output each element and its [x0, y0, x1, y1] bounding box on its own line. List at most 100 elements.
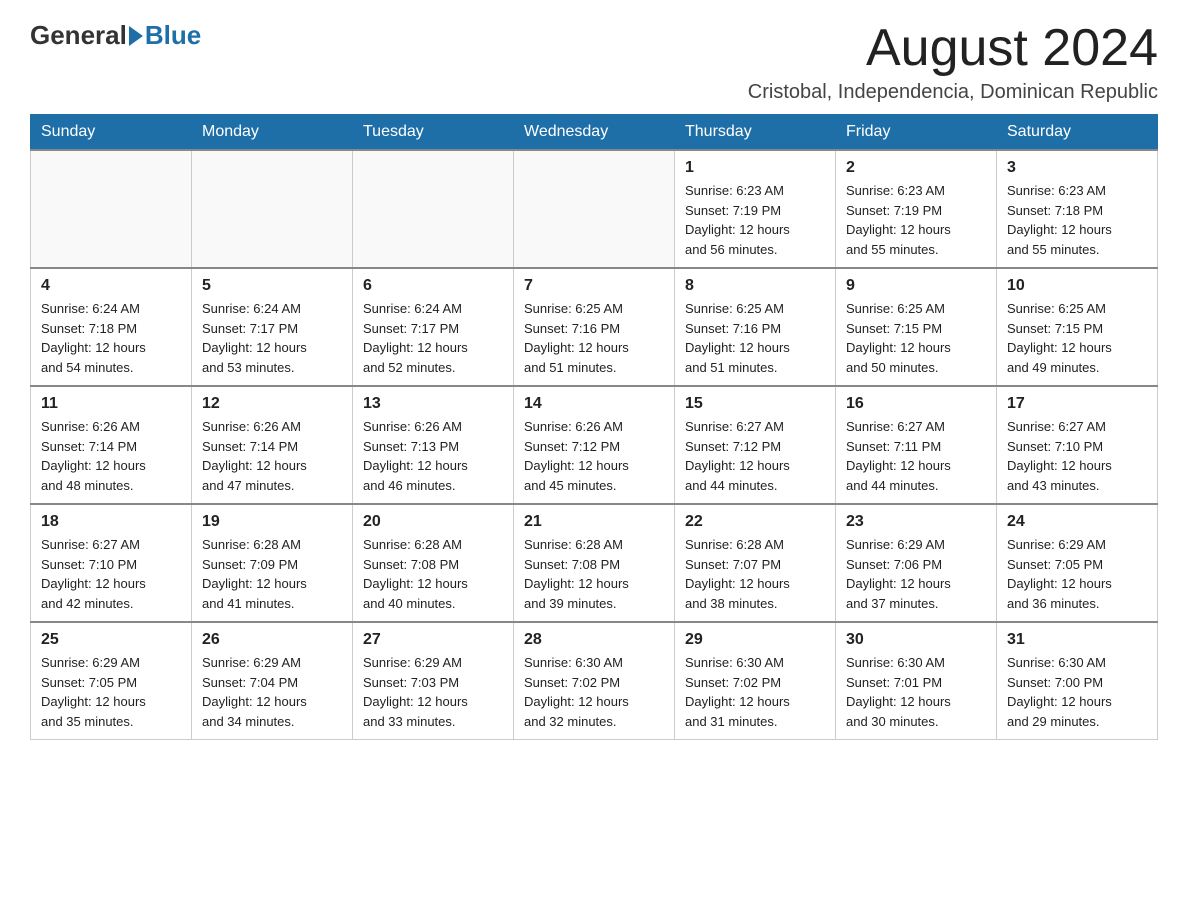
calendar-day-cell: 11 Sunrise: 6:26 AM Sunset: 7:14 PM Dayli… — [31, 386, 192, 504]
day-info: Sunrise: 6:29 AM Sunset: 7:05 PM Dayligh… — [41, 653, 181, 731]
day-number: 21 — [524, 513, 664, 531]
calendar-day-cell: 18 Sunrise: 6:27 AM Sunset: 7:10 PM Dayli… — [31, 504, 192, 622]
day-info: Sunrise: 6:27 AM Sunset: 7:10 PM Dayligh… — [41, 535, 181, 613]
day-number: 24 — [1007, 513, 1147, 531]
day-info: Sunrise: 6:29 AM Sunset: 7:05 PM Dayligh… — [1007, 535, 1147, 613]
day-info: Sunrise: 6:29 AM Sunset: 7:06 PM Dayligh… — [846, 535, 986, 613]
calendar-day-cell: 5Sunrise: 6:24 AM Sunset: 7:17 PM Daylig… — [192, 268, 353, 386]
logo: General Blue — [30, 20, 201, 51]
calendar-day-header: Monday — [192, 115, 353, 151]
calendar-week-row: 25 Sunrise: 6:29 AM Sunset: 7:05 PM Dayli… — [31, 622, 1158, 740]
calendar-day-cell: 27 Sunrise: 6:29 AM Sunset: 7:03 PM Dayli… — [353, 622, 514, 740]
calendar-day-cell: 16Sunrise: 6:27 AM Sunset: 7:11 PM Dayli… — [836, 386, 997, 504]
day-number: 28 — [524, 631, 664, 649]
day-number: 18 — [41, 513, 181, 531]
day-number: 15 — [685, 395, 825, 413]
day-info: Sunrise: 6:30 AM Sunset: 7:02 PM Dayligh… — [685, 653, 825, 731]
day-number: 27 — [363, 631, 503, 649]
calendar-day-cell: 25 Sunrise: 6:29 AM Sunset: 7:05 PM Dayli… — [31, 622, 192, 740]
day-info: Sunrise: 6:26 AM Sunset: 7:14 PM Dayligh… — [202, 417, 342, 495]
calendar-day-cell: 2 Sunrise: 6:23 AM Sunset: 7:19 PM Daylig… — [836, 150, 997, 268]
day-number: 9 — [846, 277, 986, 295]
calendar-day-cell: 12 Sunrise: 6:26 AM Sunset: 7:14 PM Dayli… — [192, 386, 353, 504]
calendar-day-cell: 14 Sunrise: 6:26 AM Sunset: 7:12 PM Dayli… — [514, 386, 675, 504]
calendar-day-cell — [192, 150, 353, 268]
day-info: Sunrise: 6:24 AM Sunset: 7:18 PM Dayligh… — [41, 299, 181, 377]
day-number: 22 — [685, 513, 825, 531]
day-info: Sunrise: 6:30 AM Sunset: 7:00 PM Dayligh… — [1007, 653, 1147, 731]
day-info: Sunrise: 6:27 AM Sunset: 7:10 PM Dayligh… — [1007, 417, 1147, 495]
day-number: 31 — [1007, 631, 1147, 649]
day-info: Sunrise: 6:23 AM Sunset: 7:19 PM Dayligh… — [685, 181, 825, 259]
day-info: Sunrise: 6:23 AM Sunset: 7:18 PM Dayligh… — [1007, 181, 1147, 259]
day-info: Sunrise: 6:26 AM Sunset: 7:12 PM Dayligh… — [524, 417, 664, 495]
day-info: Sunrise: 6:23 AM Sunset: 7:19 PM Dayligh… — [846, 181, 986, 259]
day-number: 1 — [685, 159, 825, 177]
calendar-day-cell: 13Sunrise: 6:26 AM Sunset: 7:13 PM Dayli… — [353, 386, 514, 504]
day-info: Sunrise: 6:29 AM Sunset: 7:03 PM Dayligh… — [363, 653, 503, 731]
day-info: Sunrise: 6:29 AM Sunset: 7:04 PM Dayligh… — [202, 653, 342, 731]
logo-arrow-icon — [129, 26, 143, 46]
day-number: 20 — [363, 513, 503, 531]
calendar-day-header: Wednesday — [514, 115, 675, 151]
calendar-day-cell: 21 Sunrise: 6:28 AM Sunset: 7:08 PM Dayli… — [514, 504, 675, 622]
day-number: 17 — [1007, 395, 1147, 413]
day-number: 4 — [41, 277, 181, 295]
day-number: 30 — [846, 631, 986, 649]
day-number: 26 — [202, 631, 342, 649]
calendar-day-cell: 26 Sunrise: 6:29 AM Sunset: 7:04 PM Dayli… — [192, 622, 353, 740]
calendar-day-header: Saturday — [997, 115, 1158, 151]
calendar-day-cell — [353, 150, 514, 268]
day-number: 7 — [524, 277, 664, 295]
day-number: 6 — [363, 277, 503, 295]
calendar-day-header: Sunday — [31, 115, 192, 151]
day-number: 19 — [202, 513, 342, 531]
day-info: Sunrise: 6:26 AM Sunset: 7:14 PM Dayligh… — [41, 417, 181, 495]
calendar-table: SundayMondayTuesdayWednesdayThursdayFrid… — [30, 114, 1158, 740]
day-number: 8 — [685, 277, 825, 295]
calendar-day-cell — [31, 150, 192, 268]
calendar-day-cell: 24 Sunrise: 6:29 AM Sunset: 7:05 PM Dayli… — [997, 504, 1158, 622]
day-info: Sunrise: 6:28 AM Sunset: 7:08 PM Dayligh… — [363, 535, 503, 613]
calendar-day-cell: 15 Sunrise: 6:27 AM Sunset: 7:12 PM Dayli… — [675, 386, 836, 504]
logo-blue-text: Blue — [145, 20, 201, 51]
day-number: 29 — [685, 631, 825, 649]
day-number: 12 — [202, 395, 342, 413]
calendar-week-row: 18 Sunrise: 6:27 AM Sunset: 7:10 PM Dayli… — [31, 504, 1158, 622]
calendar-day-header: Thursday — [675, 115, 836, 151]
day-info: Sunrise: 6:27 AM Sunset: 7:12 PM Dayligh… — [685, 417, 825, 495]
month-title: August 2024 — [748, 20, 1158, 77]
calendar-day-cell: 20 Sunrise: 6:28 AM Sunset: 7:08 PM Dayli… — [353, 504, 514, 622]
calendar-day-header: Friday — [836, 115, 997, 151]
calendar-day-cell: 1 Sunrise: 6:23 AM Sunset: 7:19 PM Daylig… — [675, 150, 836, 268]
calendar-day-cell: 10Sunrise: 6:25 AM Sunset: 7:15 PM Dayli… — [997, 268, 1158, 386]
day-number: 5 — [202, 277, 342, 295]
calendar-header-row: SundayMondayTuesdayWednesdayThursdayFrid… — [31, 115, 1158, 151]
calendar-day-cell: 8 Sunrise: 6:25 AM Sunset: 7:16 PM Daylig… — [675, 268, 836, 386]
day-number: 13 — [363, 395, 503, 413]
calendar-day-header: Tuesday — [353, 115, 514, 151]
day-info: Sunrise: 6:30 AM Sunset: 7:02 PM Dayligh… — [524, 653, 664, 731]
calendar-day-cell: 23Sunrise: 6:29 AM Sunset: 7:06 PM Dayli… — [836, 504, 997, 622]
calendar-day-cell: 29 Sunrise: 6:30 AM Sunset: 7:02 PM Dayli… — [675, 622, 836, 740]
day-number: 14 — [524, 395, 664, 413]
calendar-week-row: 4 Sunrise: 6:24 AM Sunset: 7:18 PM Daylig… — [31, 268, 1158, 386]
day-number: 3 — [1007, 159, 1147, 177]
day-info: Sunrise: 6:28 AM Sunset: 7:08 PM Dayligh… — [524, 535, 664, 613]
calendar-day-cell: 9 Sunrise: 6:25 AM Sunset: 7:15 PM Daylig… — [836, 268, 997, 386]
day-info: Sunrise: 6:27 AM Sunset: 7:11 PM Dayligh… — [846, 417, 986, 495]
calendar-day-cell — [514, 150, 675, 268]
day-number: 2 — [846, 159, 986, 177]
calendar-day-cell: 31 Sunrise: 6:30 AM Sunset: 7:00 PM Dayli… — [997, 622, 1158, 740]
day-info: Sunrise: 6:25 AM Sunset: 7:15 PM Dayligh… — [846, 299, 986, 377]
day-info: Sunrise: 6:25 AM Sunset: 7:16 PM Dayligh… — [685, 299, 825, 377]
calendar-day-cell: 7Sunrise: 6:25 AM Sunset: 7:16 PM Daylig… — [514, 268, 675, 386]
day-info: Sunrise: 6:28 AM Sunset: 7:09 PM Dayligh… — [202, 535, 342, 613]
title-area: August 2024 Cristobal, Independencia, Do… — [748, 20, 1158, 104]
calendar-day-cell: 17 Sunrise: 6:27 AM Sunset: 7:10 PM Dayli… — [997, 386, 1158, 504]
calendar-week-row: 11 Sunrise: 6:26 AM Sunset: 7:14 PM Dayli… — [31, 386, 1158, 504]
day-number: 25 — [41, 631, 181, 649]
location-subtitle: Cristobal, Independencia, Dominican Repu… — [748, 81, 1158, 104]
day-number: 11 — [41, 395, 181, 413]
day-info: Sunrise: 6:24 AM Sunset: 7:17 PM Dayligh… — [363, 299, 503, 377]
